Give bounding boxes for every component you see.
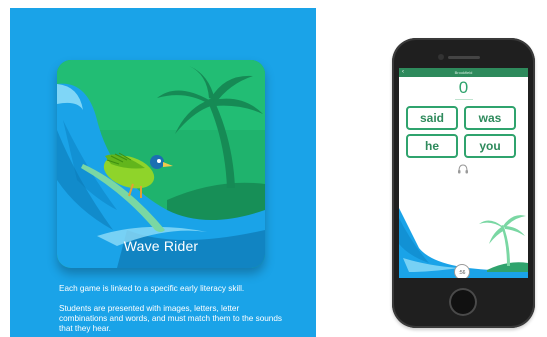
wave-rider-illustration (57, 60, 265, 268)
home-button[interactable] (449, 288, 477, 316)
speaker-grille (448, 56, 480, 59)
word-button-said[interactable]: said (406, 106, 458, 130)
countdown-timer: :56 (454, 264, 470, 278)
score-divider (455, 99, 473, 100)
app-header-title: Brookfield (454, 70, 473, 75)
score-counter: 0 (458, 78, 469, 97)
phone-mockup: ‹ Brookfield 0 said was he you :56 (392, 38, 535, 328)
word-button-he[interactable]: he (406, 134, 458, 158)
camera-icon (438, 54, 444, 60)
app-header: ‹ Brookfield (399, 68, 528, 77)
word-button-you[interactable]: you (464, 134, 516, 158)
word-button-was[interactable]: was (464, 106, 516, 130)
phone-screen: ‹ Brookfield 0 said was he you :56 (399, 68, 528, 278)
promo-panel: Wave Rider Each game is linked to a spec… (10, 8, 316, 337)
card-title: Wave Rider (123, 238, 199, 254)
description-gameplay: Students are presented with images, lett… (59, 304, 283, 333)
wave-rider-game-card[interactable]: Wave Rider (57, 60, 265, 268)
headphones-icon[interactable] (457, 164, 469, 174)
description-skill: Each game is linked to a specific early … (59, 284, 245, 293)
